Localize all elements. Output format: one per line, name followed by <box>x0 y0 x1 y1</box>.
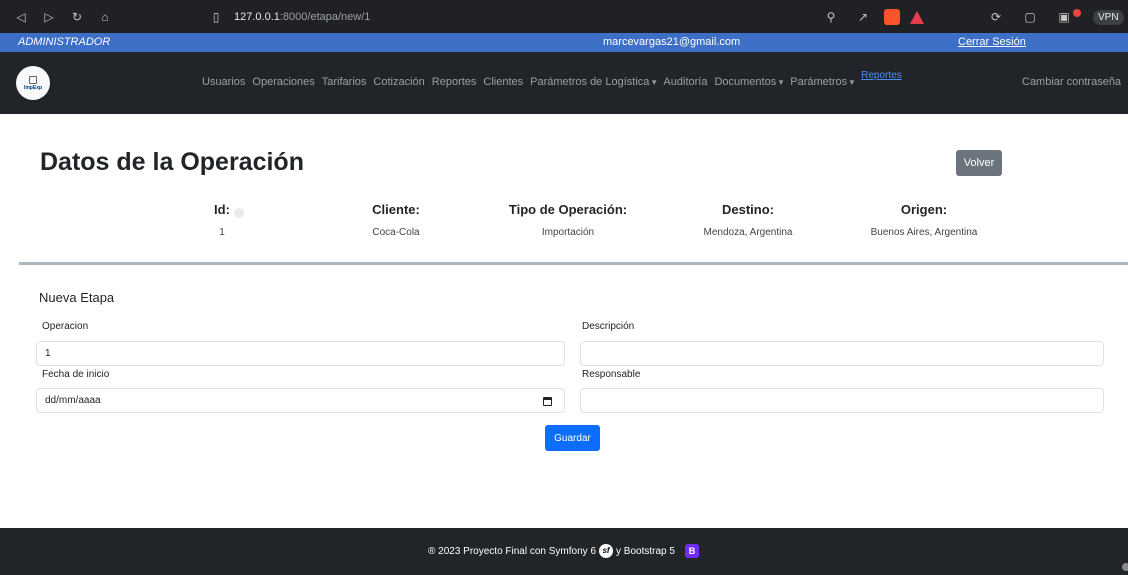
reload-icon[interactable]: ↻ <box>66 6 88 28</box>
fecha-inicio-input[interactable]: dd/mm/aaaa <box>36 388 565 413</box>
forward-arrow-icon[interactable]: ▷ <box>38 6 60 28</box>
bootstrap-logo-icon: B <box>684 544 699 558</box>
info-label: Destino: <box>722 202 774 217</box>
extensions-area: ⟳ ▢ ▣ VPN <box>985 6 1124 28</box>
back-button[interactable]: Volver <box>956 150 1002 176</box>
info-destino: Destino: Mendoza, Argentina <box>658 202 838 238</box>
responsable-label: Responsable <box>582 369 641 380</box>
fecha-placeholder: dd/mm/aaaa <box>45 395 101 406</box>
back-arrow-icon[interactable]: ◁ <box>10 6 32 28</box>
admin-bar: ADMINISTRADOR marcevargas21@gmail.com Ce… <box>0 33 1128 52</box>
reportes-link[interactable]: Reportes <box>861 70 902 82</box>
user-email: marcevargas21@gmail.com <box>603 36 741 48</box>
footer-copyright: ® 2023 Proyecto Final con Symfony 6 <box>428 545 597 557</box>
info-label: Tipo de Operación: <box>508 202 628 217</box>
page-footer: ® 2023 Proyecto Final con Symfony 6 sf y… <box>0 528 1128 575</box>
info-value: Coca-Cola <box>372 227 420 238</box>
change-password-link[interactable]: Cambiar contraseña <box>1022 76 1121 88</box>
notification-badge <box>1073 9 1081 17</box>
nav-item-parametros[interactable]: Parámetros <box>790 76 854 88</box>
scroll-indicator <box>1122 563 1128 571</box>
info-tipo-operacion: Tipo de Operación: Importación <box>478 202 658 238</box>
home-icon[interactable]: ⌂ <box>94 6 116 28</box>
section-divider <box>19 262 1128 265</box>
extensions-icon[interactable]: ⟳ <box>985 6 1007 28</box>
nav-item-parametros-logistica[interactable]: Parámetros de Logística <box>530 76 656 88</box>
nav-item-tarifarios[interactable]: Tarifarios <box>322 76 367 88</box>
browser-toolbar: ◁ ▷ ↻ ⌂ ▯ 127.0.0.1 :8000/etapa/new/1 ⚲ … <box>0 0 1128 218</box>
info-id: Id: 1 <box>132 202 312 238</box>
responsable-input[interactable] <box>580 388 1104 413</box>
info-label: Id: <box>214 202 230 217</box>
nav-item-operaciones[interactable]: Operaciones <box>252 76 314 88</box>
info-value: Buenos Aires, Argentina <box>870 227 978 238</box>
url-path: :8000/etapa/new/1 <box>279 11 371 23</box>
nav-item-documentos[interactable]: Documentos <box>714 76 783 88</box>
vpn-button[interactable]: VPN <box>1093 9 1124 25</box>
info-label: Cliente: <box>372 202 420 217</box>
user-role: ADMINISTRADOR <box>18 36 111 48</box>
brave-rewards-icon[interactable] <box>910 10 924 24</box>
nav-item-auditoria[interactable]: Auditoría <box>663 76 707 88</box>
info-origen: Origen: Buenos Aires, Argentina <box>834 202 1014 238</box>
calendar-icon[interactable] <box>543 397 552 406</box>
descripcion-label: Descripción <box>582 321 635 332</box>
wallet-icon[interactable]: ▣ <box>1053 6 1075 28</box>
brave-shield-icon[interactable] <box>884 9 900 25</box>
page-title: Datos de la Operación <box>40 148 304 176</box>
nav-item-reportes[interactable]: Reportes <box>432 76 477 88</box>
form-title: Nueva Etapa <box>39 290 115 305</box>
nav-item-usuarios[interactable]: Usuarios <box>202 76 245 88</box>
bookmark-icon[interactable]: ▯ <box>205 6 227 28</box>
info-value: Mendoza, Argentina <box>703 227 793 238</box>
info-cliente: Cliente: Coca-Cola <box>306 202 486 238</box>
save-button[interactable]: Guardar <box>545 425 600 451</box>
descripcion-input[interactable] <box>580 341 1104 366</box>
url-host: 127.0.0.1 <box>234 11 280 23</box>
address-bar-tools: ⚲ ↗ <box>820 6 924 28</box>
zoom-icon[interactable]: ⚲ <box>820 6 842 28</box>
logo-text: ImpExp <box>23 84 43 91</box>
app-logo[interactable]: ImpExp <box>16 66 50 100</box>
footer-bootstrap: y Bootstrap 5 <box>616 545 675 557</box>
operacion-input[interactable]: 1 <box>36 341 565 366</box>
nav-menu: Usuarios Operaciones Tarifarios Cotizaci… <box>202 70 909 88</box>
share-icon[interactable]: ↗ <box>852 6 874 28</box>
info-label: Origen: <box>900 202 948 217</box>
logo-icon <box>29 75 37 84</box>
logout-link[interactable]: Cerrar Sesión <box>958 36 1026 48</box>
nav-item-clientes[interactable]: Clientes <box>483 76 523 88</box>
browser-nav: ◁ ▷ ↻ ⌂ <box>10 6 116 28</box>
info-value: 1 <box>219 227 225 238</box>
info-value: Importación <box>541 227 595 238</box>
main-navbar: ImpExp Usuarios Operaciones Tarifarios C… <box>0 52 1128 114</box>
sidebar-icon[interactable]: ▢ <box>1019 6 1041 28</box>
operacion-value: 1 <box>45 348 51 359</box>
fecha-inicio-label: Fecha de inicio <box>42 369 110 380</box>
footer-text: ® 2023 Proyecto Final con Symfony 6 sf y… <box>428 544 699 558</box>
nav-item-cotizacion[interactable]: Cotización <box>373 76 424 88</box>
symfony-logo-icon: sf <box>599 544 614 558</box>
operacion-label: Operacion <box>42 321 89 332</box>
